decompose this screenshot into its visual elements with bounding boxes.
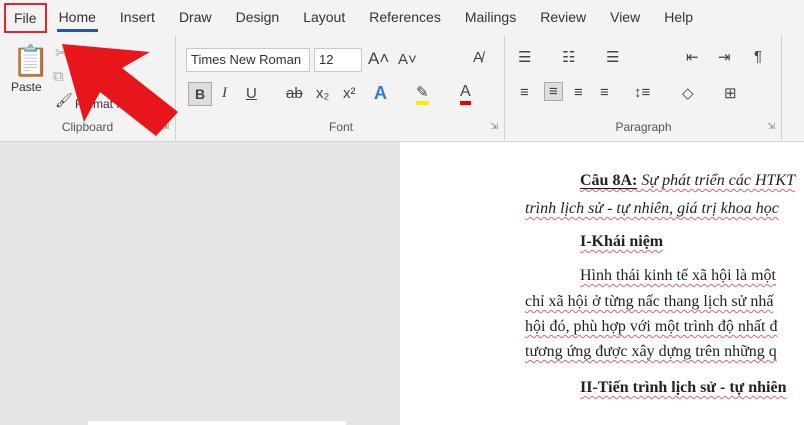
red-arrow-annotation	[62, 44, 178, 136]
arrow-icon	[62, 44, 178, 136]
